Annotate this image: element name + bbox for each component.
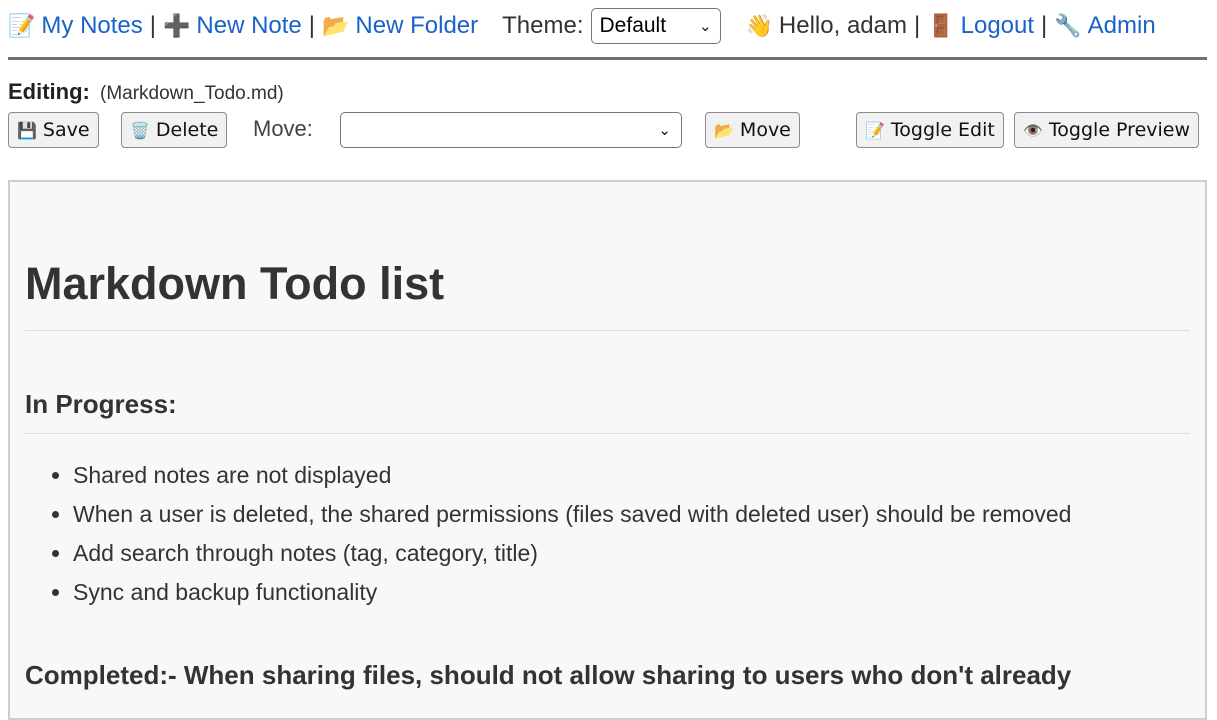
trash-icon: 🗑️ [130, 120, 150, 140]
toggle-edit-button[interactable]: 📝 Toggle Edit [856, 112, 1004, 148]
folder-icon: 📂 [322, 13, 350, 38]
memo-icon: 📝 [8, 13, 36, 38]
move-button[interactable]: 📂 Move [705, 112, 800, 148]
top-nav: 📝 My Notes | ➕ New Note | 📂 New Folder T… [8, 8, 1207, 44]
chevron-down-icon: ⌄ [698, 18, 712, 35]
memo-icon: 📝 [865, 120, 885, 140]
editing-filename: (Markdown_Todo.md) [100, 83, 284, 104]
list-item: Shared notes are not displayed [73, 456, 1190, 495]
logout-link[interactable]: Logout [961, 12, 1034, 40]
in-progress-list: Shared notes are not displayed When a us… [25, 456, 1190, 612]
door-icon: 🚪 [927, 13, 955, 38]
nav-separator: | [913, 12, 921, 39]
nav-separator: | [1041, 12, 1048, 39]
move-folder-select[interactable]: ⌄ [340, 112, 682, 148]
nav-separator: | [149, 12, 156, 39]
preview-title: Markdown Todo list [25, 258, 1190, 331]
plus-icon: ➕ [163, 13, 191, 38]
admin-link[interactable]: Admin [1088, 12, 1156, 40]
move-label: Move: [253, 116, 313, 141]
theme-label: Theme: [502, 12, 584, 39]
chevron-down-icon: ⌄ [658, 122, 671, 139]
delete-button-label: Delete [155, 119, 219, 141]
theme-select-value: Default [599, 14, 667, 37]
completed-heading: Completed:- When sharing files, should n… [25, 660, 1072, 690]
new-folder-link[interactable]: New Folder [355, 12, 478, 40]
move-button-label: Move [739, 119, 791, 141]
save-button-label: Save [42, 119, 90, 141]
markdown-preview: Markdown Todo list In Progress: Shared n… [8, 180, 1207, 720]
delete-button[interactable]: 🗑️ Delete [121, 112, 228, 148]
theme-select[interactable]: Default ⌄ [590, 8, 721, 44]
toggle-preview-label: Toggle Preview [1048, 119, 1191, 141]
header-divider [8, 57, 1207, 60]
list-item: When a user is deleted, the shared permi… [73, 495, 1190, 534]
editing-header: Editing: (Markdown_Todo.md) [8, 79, 284, 105]
eye-icon: 👁️ [1023, 120, 1043, 140]
greeting-text: Hello, adam [778, 12, 907, 39]
wrench-icon: 🔧 [1054, 13, 1082, 38]
waving-hand-icon: 👋 [745, 13, 773, 38]
nav-separator: | [308, 12, 316, 39]
save-button[interactable]: 💾 Save [8, 112, 99, 148]
floppy-disk-icon: 💾 [17, 120, 37, 140]
folder-icon: 📂 [714, 120, 734, 140]
editing-label: Editing: [8, 79, 90, 104]
toggle-edit-label: Toggle Edit [890, 119, 995, 141]
list-item: Add search through notes (tag, category,… [73, 534, 1190, 573]
my-notes-link[interactable]: My Notes [41, 12, 142, 40]
in-progress-heading: In Progress: [25, 389, 1190, 434]
list-item: Sync and backup functionality [73, 573, 1190, 612]
toggle-preview-button[interactable]: 👁️ Toggle Preview [1014, 112, 1200, 148]
new-note-link[interactable]: New Note [196, 12, 301, 40]
